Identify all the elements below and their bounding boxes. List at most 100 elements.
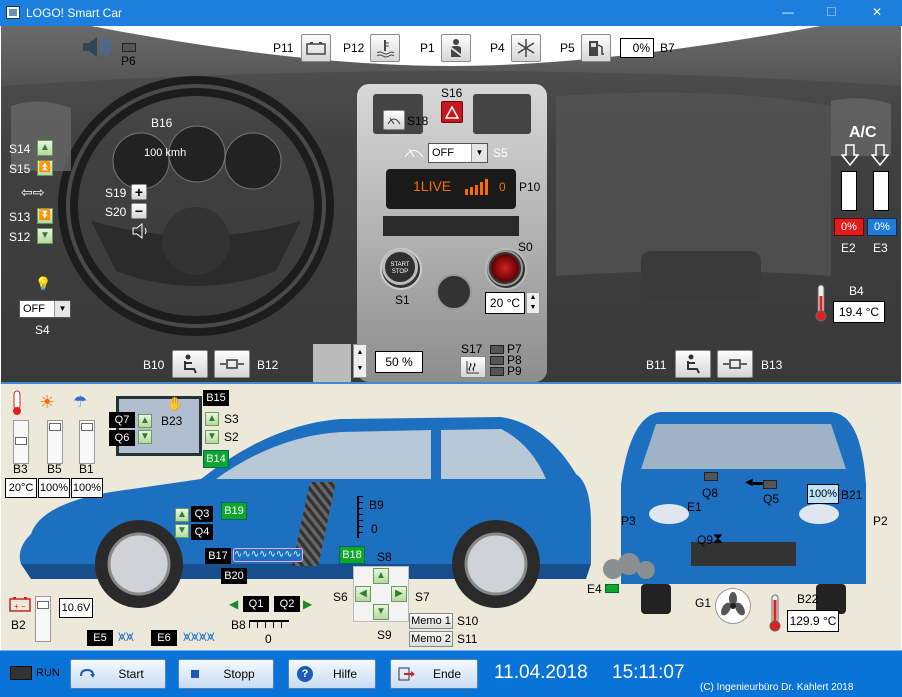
b1-slider[interactable] <box>79 420 95 464</box>
e1-label: E1 <box>687 500 702 514</box>
time-display: 15:11:07 <box>612 662 685 683</box>
chevron-down-icon: ▼ <box>471 144 487 162</box>
s6-left-button[interactable]: ◀ <box>355 586 371 602</box>
volume-up-button[interactable]: + <box>131 184 147 200</box>
memo1-button[interactable]: Memo 1 <box>409 613 453 629</box>
slider-knob[interactable] <box>15 437 27 445</box>
b2-label: B2 <box>11 618 26 632</box>
b8-label: B8 <box>231 618 246 632</box>
b9-gauge <box>357 496 363 538</box>
q9-label: Q9 <box>697 533 714 547</box>
memo2-button[interactable]: Memo 2 <box>409 631 453 647</box>
q1-label: Q1 <box>243 596 269 612</box>
s2-label: S2 <box>224 430 239 444</box>
seat-heating-driver-button[interactable] <box>172 350 208 378</box>
b9-label: B9 <box>369 498 384 512</box>
s14-up-button[interactable]: ▲ <box>37 140 53 156</box>
date-display: 11.04.2018 <box>494 662 588 683</box>
seat-adjust-driver-button[interactable] <box>214 350 250 378</box>
p8-indicator <box>490 356 504 365</box>
end-button[interactable]: Ende <box>390 659 478 689</box>
q2-right-arrow-icon[interactable]: ▶ <box>303 597 312 611</box>
wiper-select-value: OFF <box>432 147 454 159</box>
b15-label: B15 <box>203 390 229 406</box>
close-button[interactable]: ✕ <box>872 5 882 19</box>
b4-label: B4 <box>849 284 864 298</box>
b23-label: B23 <box>161 414 183 428</box>
light-bulb-icon: 💡 <box>35 276 52 291</box>
volume-down-button[interactable]: − <box>131 203 147 219</box>
seat-position-value: 50 % <box>375 351 423 373</box>
s2-down-button[interactable]: ▼ <box>205 430 219 444</box>
maximize-button[interactable]: ☐ <box>826 5 837 19</box>
s9-down-button[interactable]: ▼ <box>373 604 389 620</box>
svg-text:+ −: + − <box>14 602 26 611</box>
s8-up-button[interactable]: ▲ <box>373 568 389 584</box>
hazard-button[interactable] <box>441 101 463 123</box>
p6-label: P6 <box>121 54 136 68</box>
window-down-button[interactable]: ▼ <box>138 430 152 444</box>
b14-indicator: B14 <box>203 450 229 468</box>
app-icon <box>6 6 20 19</box>
rear-heater-button[interactable] <box>460 356 486 378</box>
help-button[interactable]: ? Hilfe <box>288 659 376 689</box>
s11-label: S11 <box>457 632 478 646</box>
heat-wave-icon: ⩙⩙⩙⩙ <box>183 628 215 644</box>
b5-slider[interactable] <box>47 420 63 464</box>
thermometer-icon <box>769 594 781 632</box>
b3-slider[interactable] <box>13 420 29 464</box>
battery-warning-icon <box>301 34 331 62</box>
refresh-icon <box>77 665 97 683</box>
window-up-button[interactable]: ▲ <box>138 414 152 428</box>
stop-button[interactable]: Stopp <box>178 659 274 689</box>
minimize-button[interactable]: — <box>782 5 794 19</box>
b21-label: B21 <box>841 488 863 502</box>
rear-wiper-button[interactable] <box>383 110 405 130</box>
start-button[interactable]: Start <box>70 659 166 689</box>
temperature-spinner[interactable]: ▲ ▼ <box>526 292 540 314</box>
window-title: LOGO! Smart Car <box>26 6 123 20</box>
q8-indicator <box>704 472 718 481</box>
seat-position-spinner[interactable]: ▲ ▼ <box>353 344 367 378</box>
chevron-down-icon: ▼ <box>54 301 70 317</box>
b8-value: 0 <box>265 632 272 646</box>
help-icon: ? <box>295 665 315 683</box>
s13-double-down-button[interactable]: ⏬ <box>37 208 53 224</box>
climate-knob[interactable] <box>487 250 523 286</box>
s12-label: S12 <box>9 230 31 244</box>
b9-value: 0 <box>371 522 378 536</box>
slider-knob[interactable] <box>81 423 93 431</box>
light-select[interactable]: OFF ▼ <box>19 300 71 318</box>
q3-up-button[interactable]: ▲ <box>175 508 189 522</box>
b2-slider[interactable] <box>35 596 51 642</box>
s7-right-button[interactable]: ▶ <box>391 586 407 602</box>
b17-label: B17 <box>205 548 231 564</box>
start-stop-text: START STOP <box>390 262 410 275</box>
seat-heating-passenger-button[interactable] <box>675 350 711 378</box>
q4-down-button[interactable]: ▼ <box>175 524 189 538</box>
wiper-select[interactable]: OFF ▼ <box>428 143 488 163</box>
q1-left-arrow-icon[interactable]: ◀ <box>229 597 238 611</box>
e4-label: E4 <box>587 582 602 596</box>
slider-knob[interactable] <box>49 423 61 431</box>
slider-knob[interactable] <box>37 601 49 609</box>
s12-down-button[interactable]: ▼ <box>37 228 53 244</box>
s15-double-up-button[interactable]: ⏫ <box>37 160 53 176</box>
p11-label: P11 <box>273 41 294 55</box>
s6-label: S6 <box>333 590 348 604</box>
s19-label: S19 <box>105 186 127 200</box>
b2-value: 10.6V <box>59 598 93 618</box>
thermometer-icon <box>815 284 827 322</box>
hourglass-icon: ⧗ <box>713 530 723 546</box>
start-stop-button[interactable]: START STOP <box>382 249 418 285</box>
help-label: Hilfe <box>332 667 357 681</box>
seat-adjust-passenger-button[interactable] <box>717 350 753 378</box>
light-select-value: OFF <box>23 303 45 315</box>
s3-up-button[interactable]: ▲ <box>205 412 219 426</box>
q2-label: Q2 <box>274 596 300 612</box>
s20-label: S20 <box>105 205 127 219</box>
stop-icon <box>185 665 205 683</box>
s7-label: S7 <box>415 590 430 604</box>
b7-label: B7 <box>660 41 675 55</box>
p5-label: P5 <box>560 41 575 55</box>
